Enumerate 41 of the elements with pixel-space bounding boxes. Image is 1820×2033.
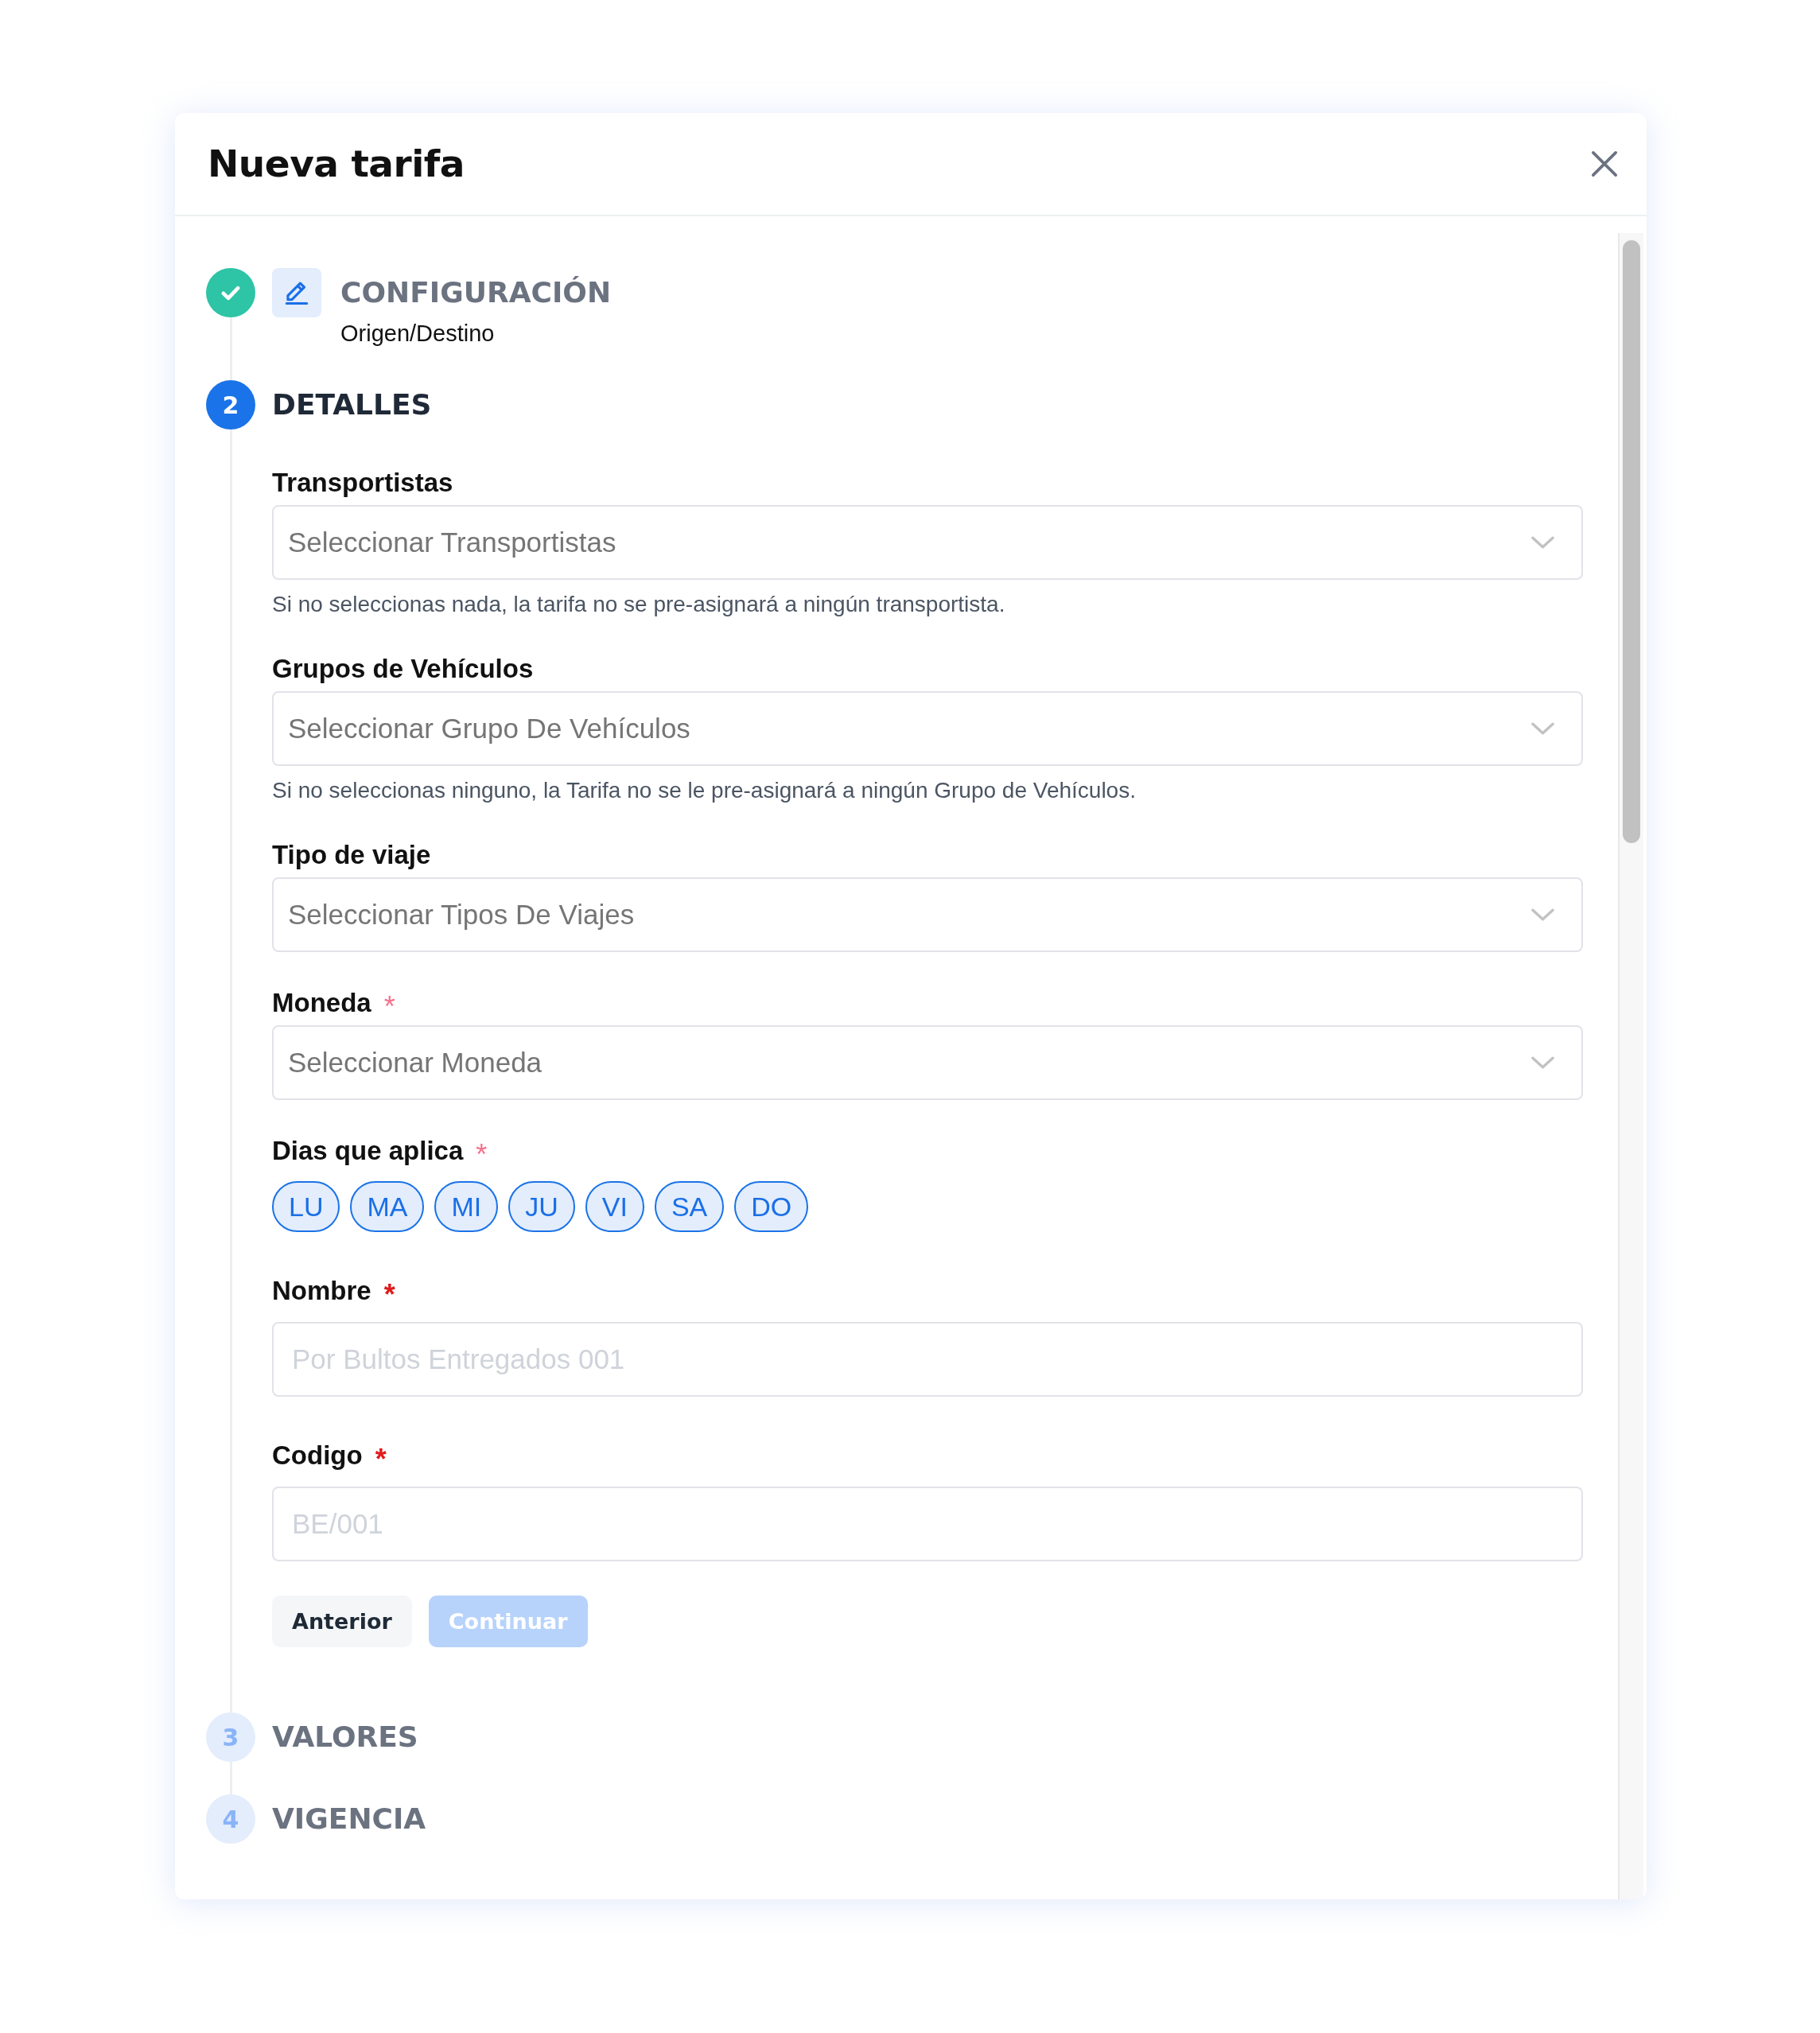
select-field[interactable]: Seleccionar Grupo De Vehículos bbox=[272, 691, 1583, 766]
step-number: 2 bbox=[206, 380, 255, 430]
field-label: Codigo bbox=[272, 1440, 363, 1471]
step-title: VALORES bbox=[272, 1720, 418, 1755]
step-title: DETALLES bbox=[272, 387, 432, 422]
scrollbar-thumb[interactable] bbox=[1623, 240, 1640, 843]
required-asterisk: * bbox=[476, 1141, 488, 1169]
field-label: Transportistas bbox=[272, 467, 453, 499]
day-chip[interactable]: LU bbox=[272, 1181, 340, 1232]
close-icon[interactable] bbox=[1591, 150, 1618, 177]
step-title: CONFIGURACIÓN bbox=[340, 275, 612, 310]
field-label: Moneda bbox=[272, 987, 371, 1019]
chevron-down-icon bbox=[1531, 908, 1554, 921]
day-chip[interactable]: DO bbox=[734, 1181, 809, 1232]
day-chip[interactable]: MI bbox=[434, 1181, 499, 1232]
chevron-down-icon bbox=[1531, 1056, 1554, 1069]
required-asterisk: * bbox=[375, 1445, 387, 1474]
day-chip[interactable]: JU bbox=[508, 1181, 575, 1232]
helper-text: Si no seleccionas nada, la tarifa no se pre-asignará a ningún transportista. bbox=[272, 591, 1006, 618]
chevron-down-icon bbox=[1531, 536, 1554, 549]
select-field[interactable]: Seleccionar Tipos De Viajes bbox=[272, 877, 1583, 952]
select-field[interactable]: Seleccionar Transportistas bbox=[272, 505, 1583, 580]
day-chip[interactable]: VI bbox=[585, 1181, 644, 1232]
step-subtitle: Origen/Destino bbox=[340, 320, 495, 348]
day-chip[interactable]: MA bbox=[350, 1181, 425, 1232]
step-number: 3 bbox=[206, 1712, 255, 1762]
pencil-icon[interactable] bbox=[272, 268, 321, 317]
chevron-down-icon bbox=[1531, 722, 1554, 735]
field-label: Nombre bbox=[272, 1275, 371, 1307]
step-title: VIGENCIA bbox=[272, 1802, 426, 1837]
field-label: Tipo de viaje bbox=[272, 839, 431, 871]
field-label: Dias que aplica bbox=[272, 1135, 464, 1167]
day-chip[interactable]: SA bbox=[654, 1181, 725, 1232]
helper-text: Si no seleccionas ninguno, la Tarifa no se le pre-asignará a ningún Grupo de Vehículos. bbox=[272, 777, 1137, 804]
modal-title: Nueva tarifa bbox=[208, 141, 465, 187]
back-button[interactable]: Anterior bbox=[272, 1596, 412, 1647]
select-field[interactable]: Seleccionar Moneda bbox=[272, 1025, 1583, 1100]
required-asterisk: * bbox=[383, 1281, 395, 1309]
field-label: Grupos de Vehículos bbox=[272, 653, 534, 685]
step-number: 4 bbox=[206, 1794, 255, 1844]
required-asterisk: * bbox=[383, 993, 395, 1021]
